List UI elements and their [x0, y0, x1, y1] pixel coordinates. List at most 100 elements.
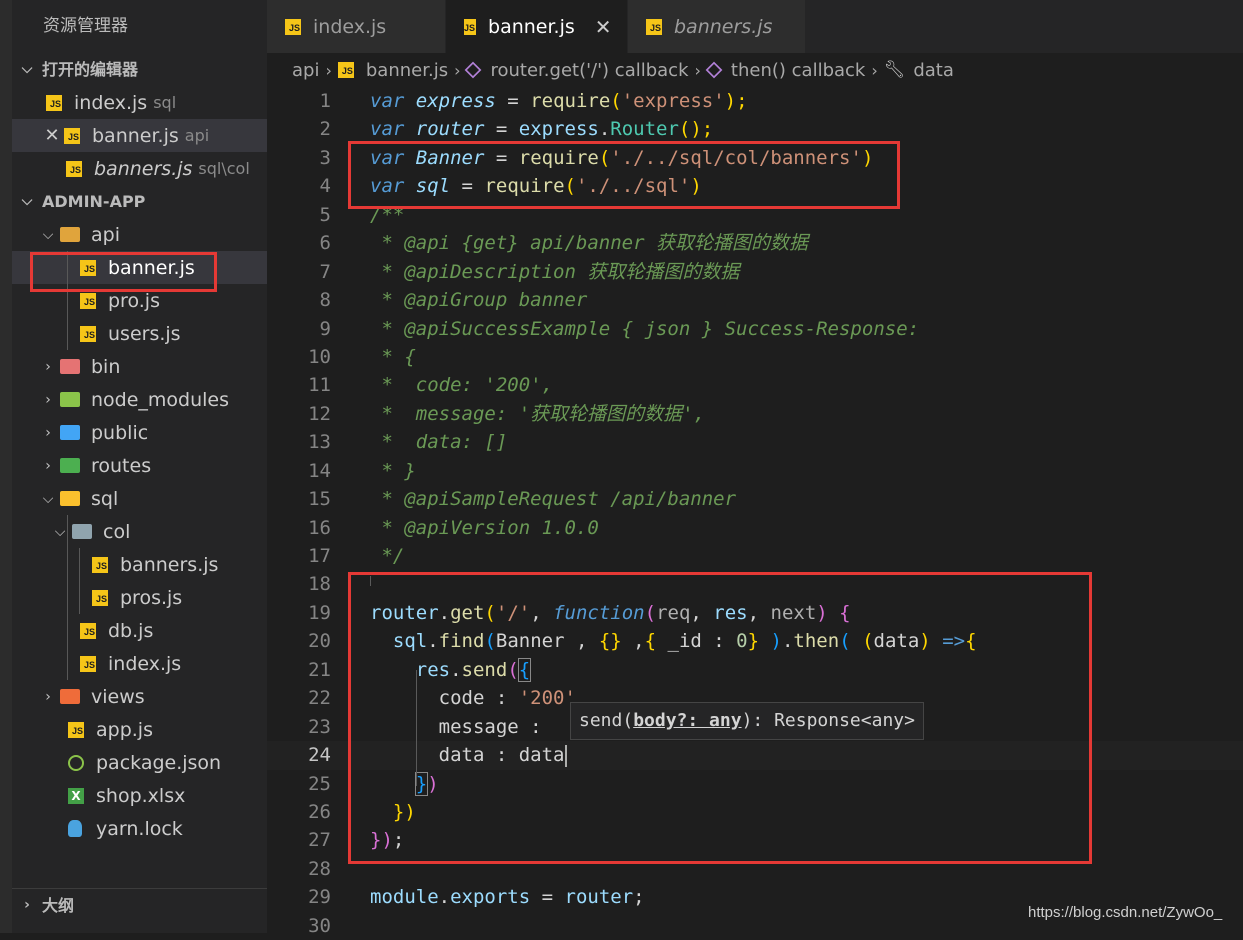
token: express	[518, 118, 599, 141]
watermark: https://blog.csdn.net/ZywOo_	[1028, 904, 1223, 921]
tree-folder-public[interactable]: › public	[12, 416, 267, 449]
token: );	[724, 90, 748, 112]
outline-label: 大纲	[42, 896, 75, 915]
tree-label: yarn.lock	[96, 817, 183, 840]
tree-folder-api[interactable]: ⌵ api	[12, 218, 267, 251]
token: require	[530, 90, 611, 112]
method-icon	[465, 61, 482, 79]
tree-folder-routes[interactable]: › routes	[12, 449, 267, 482]
comment: * {	[370, 345, 416, 368]
code-line: 7 * @apiDescription 获取轮播图的数据	[267, 258, 1243, 286]
line-number: 10	[308, 345, 331, 368]
js-file-icon: JS	[464, 18, 477, 35]
project-label: ADMIN-APP	[42, 192, 146, 211]
open-editor-item[interactable]: ✕ JS banner.js api	[12, 119, 267, 152]
open-editor-item[interactable]: JS index.js sql	[12, 86, 267, 119]
js-file-icon: JS	[68, 721, 84, 738]
tree-file-pros[interactable]: JS pros.js	[12, 581, 267, 614]
code-line: 17 */	[267, 542, 1243, 570]
open-editors-header[interactable]: ⌵ 打开的编辑器	[12, 53, 267, 86]
tab-label: index.js	[313, 15, 387, 38]
comment: { json } Success-Response:	[610, 317, 920, 340]
nodejs-icon	[68, 754, 84, 771]
tab-bar: JS index.js JS banner.js ✕ JS banners.js	[267, 0, 1243, 53]
indent-guide	[67, 317, 68, 350]
close-icon[interactable]: ✕	[44, 125, 60, 146]
js-file-icon: JS	[80, 292, 96, 309]
indent-guide	[67, 515, 68, 548]
comment: */	[370, 545, 405, 567]
comment-tag: * @apiSampleRequest	[370, 488, 599, 511]
outline-header[interactable]: › 大纲	[12, 889, 267, 922]
code-line: 10 * {	[267, 343, 1243, 371]
tree-label: col	[103, 520, 131, 543]
line-number: 12	[308, 402, 331, 425]
tab-banner-js[interactable]: JS banner.js ✕	[446, 0, 628, 53]
token: express	[415, 90, 496, 112]
explorer-sidebar: 资源管理器 ⌵ 打开的编辑器 JS index.js sql ✕ JS bann…	[12, 0, 267, 933]
comment: 获取轮播图的数据	[575, 260, 740, 283]
open-editor-name: banner.js	[92, 124, 179, 147]
tree-label: shop.xlsx	[96, 784, 186, 807]
tree-label: routes	[91, 454, 152, 477]
breadcrumb-folder[interactable]: api	[292, 60, 319, 81]
tree-label: app.js	[96, 718, 153, 741]
token: .	[438, 886, 451, 909]
indent-guide	[67, 614, 68, 647]
chevron-right-icon: ›	[45, 457, 51, 474]
tree-file-banners[interactable]: JS banners.js	[12, 548, 267, 581]
code-line: 6 * @api {get} api/banner 获取轮播图的数据	[267, 229, 1243, 257]
tree-label: package.json	[96, 751, 222, 774]
code-line: 15 * @apiSampleRequest /api/banner	[267, 485, 1243, 513]
activity-bar	[0, 0, 12, 933]
comment-tag: * @apiGroup	[370, 289, 508, 312]
open-editor-desc: sql	[153, 93, 177, 112]
tooltip-active-param: body?: any	[633, 710, 742, 731]
code-line: 16 * @apiVersion 1.0.0	[267, 514, 1243, 542]
tooltip-text: ): Response<any>	[741, 710, 915, 731]
tree-folder-bin[interactable]: › bin	[12, 350, 267, 383]
token: var	[370, 118, 405, 141]
comment: {get} api/banner 获取轮播图的数据	[450, 232, 808, 255]
chevron-down-icon: ⌵	[42, 226, 54, 243]
close-icon[interactable]: ✕	[595, 15, 612, 39]
code-line: 12 * message: '获取轮播图的数据',	[267, 400, 1243, 428]
tree-folder-views[interactable]: › views	[12, 680, 267, 713]
breadcrumb-file[interactable]: banner.js	[366, 60, 448, 81]
breadcrumb-symbol[interactable]: router.get('/') callback	[490, 60, 688, 81]
wrench-icon: 🔧︎	[883, 60, 906, 80]
token: =	[495, 90, 531, 112]
breadcrumb-symbol[interactable]: then() callback	[731, 60, 865, 81]
indent-guide	[67, 548, 68, 581]
tree-file-shop[interactable]: X shop.xlsx	[12, 779, 267, 812]
tree-file-yarn[interactable]: yarn.lock	[12, 812, 267, 845]
line-number: 14	[308, 459, 331, 482]
line-number: 29	[308, 886, 331, 909]
tree-file-users[interactable]: JS users.js	[12, 317, 267, 350]
tree-label: db.js	[108, 619, 154, 642]
tab-label: banner.js	[488, 15, 575, 38]
code-line: 11 * code: '200',	[267, 371, 1243, 399]
indent-guide	[79, 581, 80, 614]
tree-file-db[interactable]: JS db.js	[12, 614, 267, 647]
tree-folder-node-modules[interactable]: › node_modules	[12, 383, 267, 416]
tooltip-text: send(	[579, 710, 634, 731]
js-file-icon: JS	[92, 589, 108, 606]
open-editor-name: banners.js	[94, 157, 193, 180]
comment-tag: * @apiDescription	[370, 260, 576, 283]
tab-banners-js[interactable]: JS banners.js	[628, 0, 806, 53]
tree-folder-col[interactable]: ⌵ col	[12, 515, 267, 548]
annotation-box	[348, 141, 900, 209]
project-header[interactable]: ⌵ ADMIN-APP	[12, 185, 267, 218]
outline-panel: › 大纲	[12, 888, 267, 933]
tree-file-package[interactable]: package.json	[12, 746, 267, 779]
open-editor-item[interactable]: JS banners.js sql\col	[12, 152, 267, 185]
tree-folder-sql[interactable]: ⌵ sql	[12, 482, 267, 515]
indent-guide	[67, 647, 68, 680]
tree-file-app[interactable]: JS app.js	[12, 713, 267, 746]
chevron-down-icon: ⌵	[21, 193, 33, 209]
tab-index-js[interactable]: JS index.js	[267, 0, 446, 53]
js-file-icon: JS	[285, 18, 301, 35]
breadcrumb-symbol[interactable]: data	[913, 60, 954, 81]
tree-file-index[interactable]: JS index.js	[12, 647, 267, 680]
